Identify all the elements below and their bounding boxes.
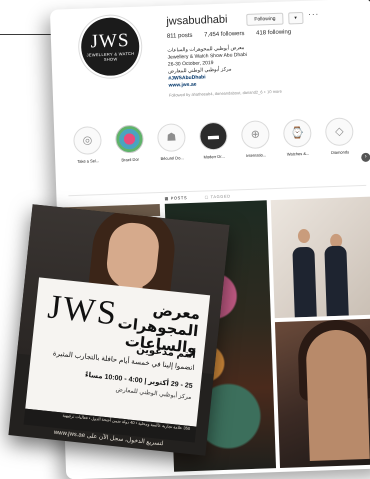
avatar-logo-subtitle: JEWELLERY & WATCH SHOW [86,50,135,62]
post-thumbnail[interactable] [274,318,370,469]
highlight-item[interactable]: ⊕ Internatio... [234,120,277,158]
highlight-label: Internatio... [245,152,267,159]
highlight-item[interactable]: Brazil Dor [108,124,151,162]
promo-post-card[interactable]: JWS معرض المجوهرات والساعات أنتم مدعوين … [8,204,230,456]
highlight-label: Bécurel Do... [160,155,184,161]
highlight-item[interactable]: ⌚ Watches &... [276,118,319,157]
highlight-item[interactable]: ▬ Moderr Dr... [192,121,235,159]
posts-count: 811 posts [166,32,193,40]
guest-photo [292,246,317,318]
avatar-logo-text: JWS [90,30,130,53]
highlight-label: Take a Sel... [77,158,100,164]
highlight-item[interactable]: ☗ Bécurel Do... [150,123,193,161]
highlight-label: Brazil Dor [121,156,140,163]
highlight-label: Watches &... [286,150,310,157]
highlight-label: Diamonds [330,149,350,156]
highlight-cover-icon: ☗ [156,123,186,153]
guest-photo [297,228,311,244]
profile-bio: معرض أبوظبي للمجوهرات والساعات Jewellery… [167,41,369,99]
highlight-item[interactable]: ◇ Diamonds [318,117,361,155]
highlight-cover-icon: ▬ [198,121,228,151]
highlight-cover-icon: ⌚ [282,118,312,148]
highlight-cover-icon [114,124,144,154]
highlight-item[interactable]: ◎ Take a Sel... [66,126,109,164]
more-options-icon[interactable]: ··· [308,9,319,18]
highlight-cover-icon: ⊕ [240,120,270,150]
highlight-label: Moderr Dr... [203,153,225,160]
followers-count[interactable]: 7,454 followers [204,31,245,38]
following-button[interactable]: Following [246,12,284,26]
profile-handle: jwsabudhabi [166,13,228,28]
highlight-cover-icon: ◎ [73,126,102,156]
highlight-cover-icon: ◇ [324,117,354,147]
tab-tagged[interactable]: ▢ TAGGED [204,194,230,200]
profile-avatar[interactable]: JWS JEWELLERY & WATCH SHOW [80,16,141,77]
suggestions-chevron-button[interactable]: ▾ [288,11,304,25]
promo-text-panel: JWS معرض المجوهرات والساعات أنتم مدعوين … [25,277,211,427]
promo-logo: JWS [46,288,120,333]
tab-posts[interactable]: ▦ POSTS [164,195,187,201]
highlights-next-icon[interactable]: › [361,152,370,162]
profile-stats: 811 posts 7,454 followers 418 following [166,29,301,40]
story-highlights: ◎ Take a Sel... Brazil Dor ☗ Bécurel Do.… [66,116,370,187]
guest-photo [324,245,349,317]
post-thumbnail[interactable] [270,196,370,319]
model-photo [305,328,370,461]
following-count[interactable]: 418 following [256,29,291,36]
